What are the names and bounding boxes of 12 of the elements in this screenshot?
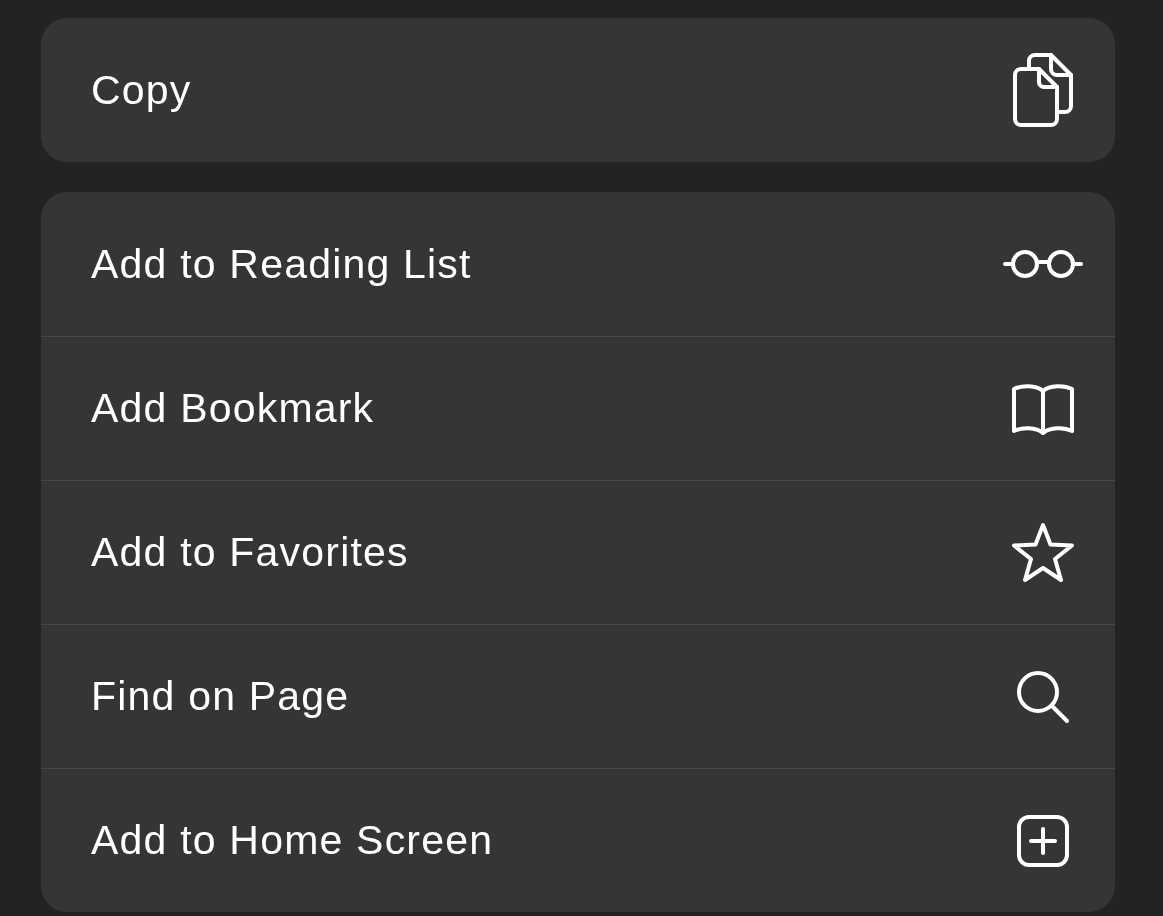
search-icon	[1016, 669, 1070, 724]
add-square-icon	[1017, 814, 1069, 867]
menu-item[interactable]: Add to Reading List	[41, 192, 1115, 336]
glasses-icon	[1003, 249, 1083, 279]
star-icon	[1011, 521, 1075, 584]
menu-item[interactable]: Add to Favorites	[41, 480, 1115, 624]
menu-item[interactable]: Add Bookmark	[41, 336, 1115, 480]
menu-item[interactable]: Copy	[41, 18, 1115, 162]
menu-item[interactable]: Find on Page	[41, 624, 1115, 768]
book-icon	[1012, 382, 1074, 435]
copy-icon	[1013, 53, 1073, 127]
menu-item[interactable]: Add to Home Screen	[41, 768, 1115, 912]
